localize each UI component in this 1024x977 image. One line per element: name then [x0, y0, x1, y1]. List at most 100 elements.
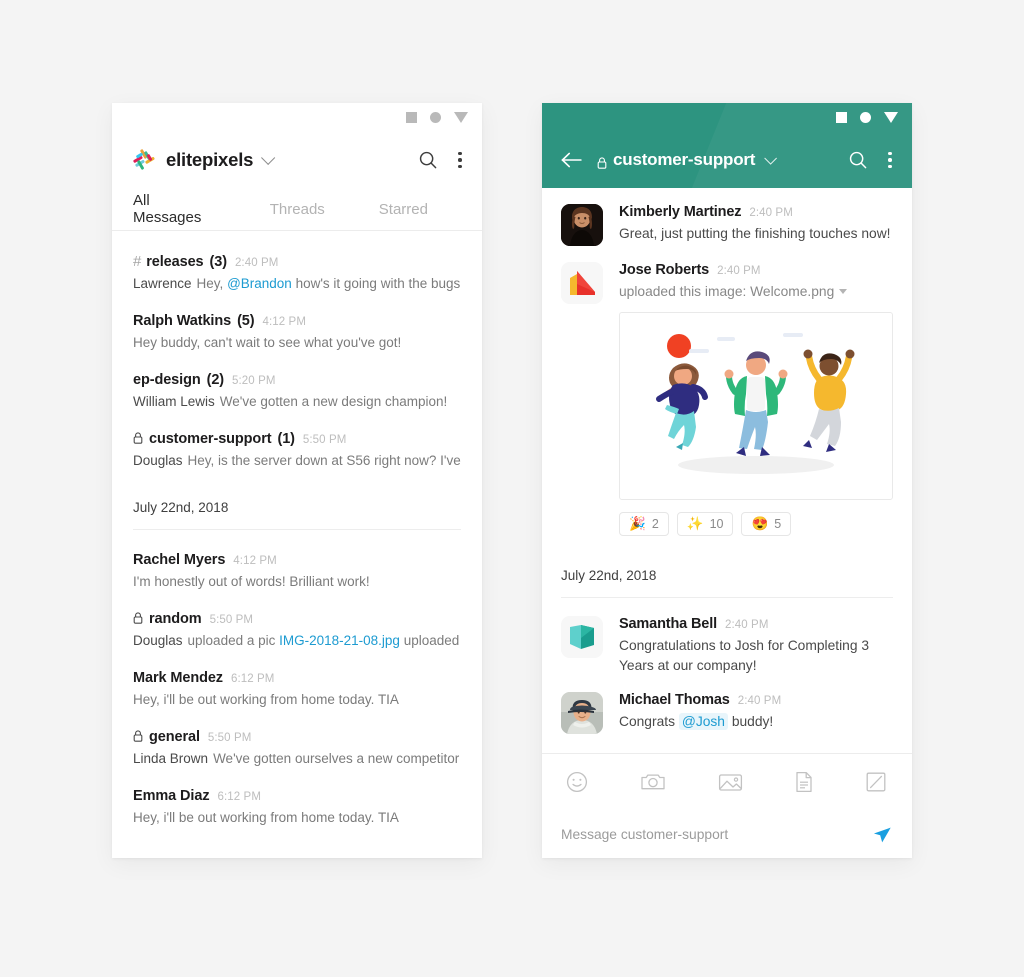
tab-all-messages[interactable]: All Messages [133, 192, 216, 226]
message-author: Samantha Bell [619, 616, 717, 632]
avatar[interactable] [561, 692, 603, 734]
triangle-icon[interactable] [454, 112, 468, 123]
send-paper-plane-icon[interactable] [871, 823, 893, 845]
chevron-down-icon[interactable] [764, 151, 778, 165]
message-input[interactable]: Message customer-support [561, 827, 871, 842]
conversation-title: customer-support (1) 5:50 PM [133, 431, 461, 447]
snippet-icon[interactable] [865, 770, 887, 794]
conversation-preview: Douglas uploaded a pic IMG-2018-21-08.jpg… [133, 633, 461, 648]
list-item[interactable]: Rachel Myers 4:12 PM I'm honestly out of… [133, 530, 461, 589]
preview-text-before: We've gotten a new design champion! [219, 394, 448, 409]
channel-name: customer-support [613, 150, 756, 169]
square-icon[interactable] [406, 112, 417, 123]
preview-text-before: Hey, [196, 276, 228, 291]
preview-text-after: uploaded a pic [403, 633, 461, 648]
conversation-title: general 5:50 PM [133, 729, 461, 745]
message-thread: Kimberly Martinez 2:40 PM Great, just pu… [542, 188, 912, 734]
lock-icon [133, 612, 143, 624]
preview-author: Lawrence [133, 276, 192, 291]
mention-link[interactable]: @Josh [678, 713, 728, 730]
message-item: Kimberly Martinez 2:40 PM Great, just pu… [561, 188, 893, 246]
search-icon[interactable] [847, 149, 869, 171]
conversation-preview: Hey, i'll be out working from home today… [133, 692, 461, 707]
list-item[interactable]: customer-support (1) 5:50 PM Douglas Hey,… [133, 409, 461, 468]
conversation-title: ep-design (2) 5:20 PM [133, 372, 461, 388]
message-body: Congratulations to Josh for Completing 3… [619, 638, 870, 673]
reaction-emoji: 🎉 [629, 516, 646, 532]
avatar[interactable] [561, 262, 603, 304]
list-item[interactable]: # releases (3) 2:40 PM Lawrence Hey, @Bra… [133, 231, 461, 291]
kebab-menu-icon[interactable] [888, 151, 892, 169]
list-item[interactable]: Ralph Watkins (5) 4:12 PM Hey buddy, can… [133, 291, 461, 350]
timestamp: 4:12 PM [262, 316, 307, 328]
slack-logo [132, 148, 155, 171]
back-arrow-icon[interactable] [561, 152, 582, 168]
conversation-name: general [149, 729, 200, 745]
image-icon[interactable] [718, 770, 743, 794]
message-body: Congrats @Josh buddy! [619, 712, 893, 732]
date-divider-section: July 22nd, 2018 [133, 498, 461, 530]
conversation-name: Rachel Myers [133, 552, 226, 568]
heart-eyes-emoji[interactable]: 😍 5 [741, 512, 792, 536]
reaction-count: 10 [709, 517, 724, 531]
conversation-title: # releases (3) 2:40 PM [133, 253, 461, 270]
timestamp: 6:12 PM [230, 673, 275, 685]
party-popper-emoji[interactable]: 🎉 2 [619, 512, 669, 536]
chevron-down-icon[interactable] [261, 150, 276, 165]
conversation-title: Mark Mendez 6:12 PM [133, 670, 461, 686]
channel-title[interactable]: customer-support [597, 150, 778, 170]
square-icon[interactable] [836, 112, 847, 123]
avatar[interactable] [561, 204, 603, 246]
preview-text-after: how's it going with the bugs in [291, 276, 461, 291]
circle-icon[interactable] [860, 112, 871, 123]
conversation-preview: I'm honestly out of words! Brilliant wor… [133, 574, 461, 589]
timestamp: 5:50 PM [207, 732, 252, 744]
camera-icon[interactable] [640, 770, 666, 794]
list-item[interactable]: random 5:50 PM Douglas uploaded a pic IMG… [133, 589, 461, 648]
list-item[interactable]: Emma Diaz 6:12 PM Hey, i'll be out worki… [133, 766, 461, 825]
message-body: Great, just putting the finishing touche… [619, 226, 891, 241]
timestamp: 2:40 PM [724, 619, 769, 631]
mention-link[interactable]: @Brandon [227, 276, 292, 291]
avatar[interactable] [561, 616, 603, 658]
slack-phone-right: customer-support Kimberly Martinez 2:40 … [542, 103, 912, 858]
search-icon[interactable] [417, 149, 439, 171]
tab-threads[interactable]: Threads [270, 201, 325, 218]
chevron-down-icon[interactable] [839, 289, 848, 294]
image-attachment[interactable] [619, 312, 893, 500]
conversation-name: Mark Mendez [133, 670, 223, 686]
android-nav-bar-left [112, 103, 482, 132]
conversation-preview: Douglas Hey, is the server down at S56 ri… [133, 453, 461, 468]
list-item[interactable]: ep-design (2) 5:20 PM William Lewis We've… [133, 350, 461, 409]
conversation-title: random 5:50 PM [133, 611, 461, 627]
sparkles-emoji[interactable]: ✨ 10 [676, 512, 734, 536]
triangle-icon[interactable] [884, 112, 898, 123]
workspace-name[interactable]: elitepixels [166, 149, 253, 171]
message-filter-tabs: All Messages Threads Starred [112, 188, 482, 231]
lock-icon [133, 730, 143, 742]
timestamp: 2:40 PM [749, 207, 793, 219]
timestamp: 5:20 PM [232, 375, 276, 387]
conversation-preview: Hey buddy, can't wait to see what you've… [133, 335, 461, 350]
file-link[interactable]: IMG-2018-21-08.jpg [279, 633, 400, 648]
emoji-smiley-icon[interactable] [565, 770, 589, 794]
list-item[interactable]: general 5:50 PM Linda Brown We've gotten … [133, 707, 461, 766]
date-label: July 22nd, 2018 [133, 500, 229, 515]
conversation-preview: Hey, i'll be out working from home today… [133, 810, 461, 825]
slack-phone-left: elitepixels All Messages Threads Starred… [112, 103, 482, 858]
preview-text-before: Hey, i'll be out working from home today… [133, 692, 399, 707]
document-icon[interactable] [794, 770, 814, 794]
preview-text-before: We've gotten ourselves a new competitor [213, 751, 460, 766]
tab-starred[interactable]: Starred [379, 201, 428, 218]
circle-icon[interactable] [430, 112, 441, 123]
hash-icon: # [133, 253, 142, 270]
conversation-preview: Linda Brown We've gotten ourselves a new … [133, 751, 461, 766]
message-text-before: Congrats [619, 714, 679, 729]
unread-count: (2) [206, 372, 225, 388]
upload-caption: uploaded this image: Welcome.png [619, 284, 835, 299]
list-item[interactable]: Mark Mendez 6:12 PM Hey, i'll be out wor… [133, 648, 461, 707]
message-item: Michael Thomas 2:40 PM Congrats @Josh bu… [561, 676, 893, 734]
kebab-menu-icon[interactable] [458, 151, 462, 169]
reaction-emoji: ✨ [686, 516, 704, 532]
timestamp: 4:12 PM [233, 555, 277, 567]
